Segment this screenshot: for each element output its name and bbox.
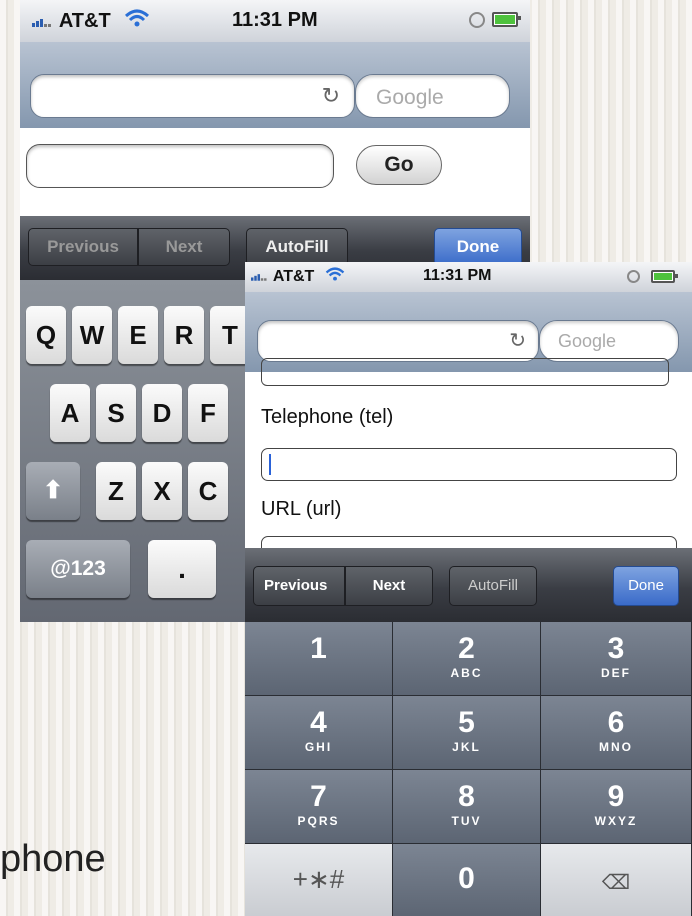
keypad-8[interactable]: 8 TUV bbox=[393, 770, 541, 844]
key-x[interactable]: X bbox=[142, 462, 182, 520]
search-field[interactable]: Google bbox=[539, 320, 679, 362]
clock: 11:31 PM bbox=[423, 267, 492, 284]
shift-arrow-icon: ⬆ bbox=[42, 477, 64, 504]
previous-button[interactable]: Previous bbox=[253, 566, 345, 606]
status-bar: AT&T 11:31 PM bbox=[20, 0, 530, 42]
numbers-mode-key[interactable]: @123 bbox=[26, 540, 130, 598]
delete-icon: ⌫ bbox=[601, 872, 631, 894]
address-field[interactable]: ↻ bbox=[257, 320, 539, 362]
keypad-4[interactable]: 4 GHI bbox=[245, 696, 393, 770]
reload-icon[interactable]: ↻ bbox=[509, 331, 526, 351]
wifi-icon bbox=[325, 267, 345, 285]
autofill-button[interactable]: AutoFill bbox=[449, 566, 537, 606]
key-t[interactable]: T bbox=[210, 306, 250, 364]
done-button[interactable]: Done bbox=[434, 228, 522, 266]
phone-keypad: 1 2 ABC 3 DEF 4 GHI 5 JKL 6 MNO 7 PQRS 8 TUV 9W… bbox=[245, 622, 692, 916]
phone-screen-numeric-keypad: AT&T 11:31 PM ↻ Google Telephone (tel) U… bbox=[245, 262, 692, 916]
text-input[interactable] bbox=[26, 144, 334, 188]
telephone-input[interactable] bbox=[261, 448, 677, 481]
keypad-6[interactable]: 6 MNO bbox=[541, 696, 692, 770]
alarm-icon bbox=[627, 270, 640, 283]
key-e[interactable]: E bbox=[118, 306, 158, 364]
carrier-name: AT&T bbox=[272, 268, 315, 285]
key-w[interactable]: W bbox=[72, 306, 112, 364]
period-key[interactable]: . bbox=[148, 540, 216, 598]
done-button[interactable]: Done bbox=[613, 566, 679, 606]
battery-icon bbox=[651, 270, 678, 283]
text-caret bbox=[269, 454, 271, 475]
wifi-icon bbox=[124, 9, 150, 32]
keypad-symbols[interactable]: +∗# bbox=[245, 844, 393, 916]
slide-caption: phone bbox=[0, 838, 106, 880]
web-page: Go bbox=[20, 128, 530, 216]
safari-url-bar: ↻ Google bbox=[20, 42, 530, 128]
form-assistant-bar: Previous Next AutoFill Done bbox=[245, 548, 692, 622]
web-form: Telephone (tel) URL (url) bbox=[245, 358, 692, 566]
next-button[interactable]: Next bbox=[345, 566, 433, 606]
keypad-1[interactable]: 1 bbox=[245, 622, 393, 696]
status-bar: AT&T 11:31 PM bbox=[245, 262, 692, 292]
telephone-label: Telephone (tel) bbox=[261, 406, 394, 428]
keypad-9[interactable]: 9 WXYZ bbox=[541, 770, 692, 844]
keypad-0[interactable]: 0 bbox=[393, 844, 541, 916]
previous-field[interactable] bbox=[261, 358, 669, 386]
previous-button[interactable]: Previous bbox=[28, 228, 138, 266]
carrier: AT&T bbox=[32, 9, 150, 33]
alarm-icon bbox=[469, 12, 485, 28]
keypad-5[interactable]: 5 JKL bbox=[393, 696, 541, 770]
key-s[interactable]: S bbox=[96, 384, 136, 442]
key-q[interactable]: Q bbox=[26, 306, 66, 364]
carrier: AT&T bbox=[251, 267, 345, 286]
address-field[interactable]: ↻ bbox=[30, 74, 355, 118]
signal-bars-icon bbox=[251, 268, 269, 286]
next-button[interactable]: Next bbox=[138, 228, 230, 266]
backspace-key[interactable]: ⌫ bbox=[541, 844, 692, 916]
carrier-name: AT&T bbox=[58, 10, 111, 32]
key-a[interactable]: A bbox=[50, 384, 90, 442]
keypad-2[interactable]: 2 ABC bbox=[393, 622, 541, 696]
key-d[interactable]: D bbox=[142, 384, 182, 442]
autofill-button[interactable]: AutoFill bbox=[246, 228, 348, 266]
url-label: URL (url) bbox=[261, 498, 342, 520]
key-f[interactable]: F bbox=[188, 384, 228, 442]
battery-icon bbox=[492, 12, 521, 27]
keypad-7[interactable]: 7 PQRS bbox=[245, 770, 393, 844]
reload-icon[interactable]: ↻ bbox=[322, 85, 340, 107]
key-c[interactable]: C bbox=[188, 462, 228, 520]
key-r[interactable]: R bbox=[164, 306, 204, 364]
key-z[interactable]: Z bbox=[96, 462, 136, 520]
signal-bars-icon bbox=[32, 10, 54, 33]
clock: 11:31 PM bbox=[232, 9, 318, 31]
go-button[interactable]: Go bbox=[356, 145, 442, 185]
keypad-3[interactable]: 3 DEF bbox=[541, 622, 692, 696]
shift-key[interactable]: ⬆ bbox=[26, 462, 80, 520]
search-field[interactable]: Google bbox=[355, 74, 510, 118]
